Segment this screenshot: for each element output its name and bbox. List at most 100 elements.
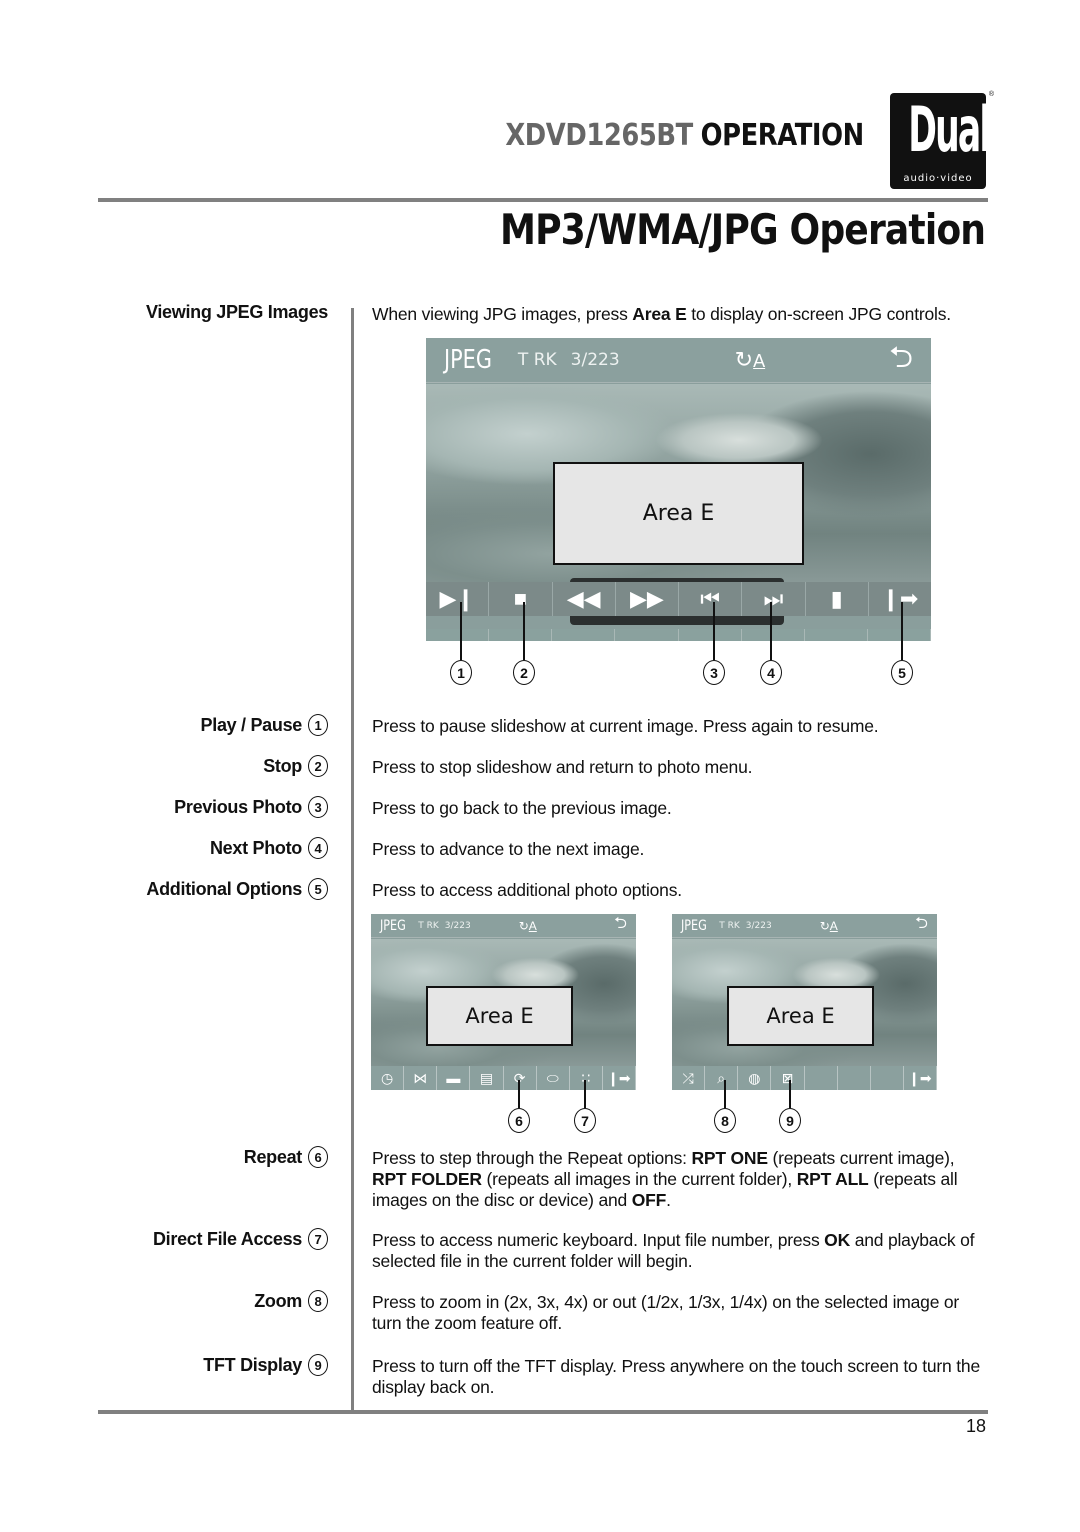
item-label-stop: Stop 2 [263,755,328,777]
fast-forward-button[interactable]: ▶▶ [616,582,679,616]
callout-leader [770,602,772,660]
direct-access-icon: ⬭ [546,1069,559,1086]
repeat-button[interactable]: ⟳ [504,1066,537,1090]
repeat-all-icon[interactable]: ↻A [519,919,537,933]
item-label-text: Play / Pause [200,714,303,735]
more-options-button[interactable]: ❙➡ [869,582,931,616]
more-options-icon: ❙➡ [607,1069,631,1086]
dual-logo: Dual audio·video ® [890,91,994,189]
option-keyword: OFF [631,1190,667,1210]
previous-track-button[interactable]: ⏮ [679,582,743,616]
item-number-badge: 6 [308,1146,328,1168]
jpeg-screen-options-1: JPEG T RK 3/223 ↻A ⮌ Area E ◷ ⋈ ▬ ▤ ⟳ ⬭ ∷ ❙➡ [371,914,636,1090]
mode-label: JPEG [380,917,406,934]
item-description: Press to access additional photo options… [372,880,682,900]
rewind-button[interactable]: ◀◀ [553,582,616,616]
more-options-button[interactable]: ❙➡ [603,1066,636,1090]
keypad-button[interactable]: ∷ [570,1066,603,1090]
item-label-previous-photo: Previous Photo 3 [174,796,328,818]
fast-forward-icon: ▶▶ [629,586,664,611]
item-label-text: Additional Options [146,878,302,899]
jpeg-screen-main: JPEG T RK 3/223 ↻A ⮌ Area E ▶❙ ■ ◀◀ ▶▶ ⏮ ⏭ ▮ ❙➡ [426,338,931,641]
option-keyword: OK [824,1230,851,1250]
tft-off-icon: ⊠ [781,1069,794,1086]
zoom-button[interactable]: ⌕ [705,1066,739,1090]
intro-text: When viewing JPG images, press [372,304,633,324]
screen-topbar: JPEG T RK 3/223 ↻A ⮌ [672,914,937,938]
callout-leader [713,602,715,660]
item-number-badge: 8 [308,1290,328,1312]
item-label-additional-options: Additional Options 5 [146,878,328,900]
callout-leader [901,602,903,660]
track-label: T RK [418,920,439,931]
tft-off-button[interactable]: ⊠ [771,1066,805,1090]
document-header: XDVD1265BT OPERATION [506,118,865,153]
item-number-badge: 7 [308,1228,328,1250]
header-rule [98,198,988,202]
aspect-ratio-icon: ⋈ [413,1069,428,1086]
page-title: MP3/WMA/JPG Operation [499,205,986,254]
empty-slot [805,1066,838,1090]
item-label-zoom: Zoom 8 [254,1290,328,1312]
file-list-button[interactable]: ▤ [470,1066,504,1090]
play-pause-icon: ▶❙ [439,586,475,611]
item-description: Press to pause slideshow at current imag… [372,716,879,736]
item-number-badge: 3 [308,796,328,818]
shuffle-button[interactable]: ⤮ [672,1066,706,1090]
back-arrow-icon[interactable]: ⮌ [889,338,913,386]
callout-number: 2 [513,660,535,685]
logo-word: Dual [908,93,991,166]
folder-icon: ▬ [446,1070,461,1086]
more-options-button[interactable]: ❙➡ [904,1066,937,1090]
photo-display: Area E [672,939,937,1067]
stop-button[interactable]: ■ [489,582,553,616]
play-pause-button[interactable]: ▶❙ [426,582,490,616]
callout-number: 1 [450,660,472,685]
empty-slot [838,1066,871,1090]
callout-leader [724,1080,726,1108]
volume-button[interactable]: ▮ [806,582,869,616]
folder-button[interactable]: ▬ [437,1066,471,1090]
item-label-repeat: Repeat 6 [244,1146,328,1168]
item-description: Press to turn off the TFT display. Press… [372,1356,980,1397]
callout-leader [584,1080,586,1108]
area-e[interactable]: Area E [553,462,804,565]
back-arrow-icon[interactable]: ⮌ [915,914,928,939]
area-e[interactable]: Area E [727,986,874,1046]
repeat-all-icon[interactable]: ↻A [820,919,838,933]
callout-leader [789,1080,791,1108]
next-track-button[interactable]: ⏭ [742,582,806,616]
callout-number: 6 [508,1108,530,1133]
registered-mark: ® [988,91,994,98]
callout-number: 4 [760,660,782,685]
options-controls: ⤮ ⌕ ◍ ⊠ ❙➡ [672,1066,937,1090]
section-label: Viewing JPEG Images [146,302,328,323]
callout-number: 3 [703,660,725,685]
description-text: Press to access numeric keyboard. Input … [372,1230,825,1250]
track-label: T RK [517,350,557,370]
volume-icon: ▮ [830,586,843,611]
repeat-all-icon[interactable]: ↻A [735,347,765,373]
more-options-icon: ❙➡ [881,586,919,611]
item-description: Press to zoom in (2x, 3x, 4x) or out (1/… [372,1292,960,1333]
back-arrow-icon[interactable]: ⮌ [614,914,627,939]
mode-label: JPEG [444,345,492,375]
callout-number: 7 [574,1108,596,1133]
shuffle-icon: ⤮ [682,1069,694,1086]
rewind-icon: ◀◀ [566,586,601,611]
item-label-play-pause: Play / Pause 1 [201,714,328,736]
direct-access-button[interactable]: ⬭ [537,1066,570,1090]
item-label-tft-display: TFT Display 9 [203,1354,328,1376]
callout-number: 5 [891,660,913,685]
callout-number: 8 [714,1108,736,1133]
globe-search-button[interactable]: ◍ [738,1066,772,1090]
callout-leader [523,602,525,660]
aspect-ratio-button[interactable]: ⋈ [404,1066,438,1090]
item-label-next-photo: Next Photo 4 [210,837,328,859]
column-divider [351,308,354,1412]
area-e[interactable]: Area E [426,986,573,1046]
clock-button[interactable]: ◷ [371,1066,405,1090]
item-number-badge: 9 [308,1354,328,1376]
item-label-text: Direct File Access [152,1228,302,1249]
option-keyword: RPT ALL [796,1169,869,1189]
